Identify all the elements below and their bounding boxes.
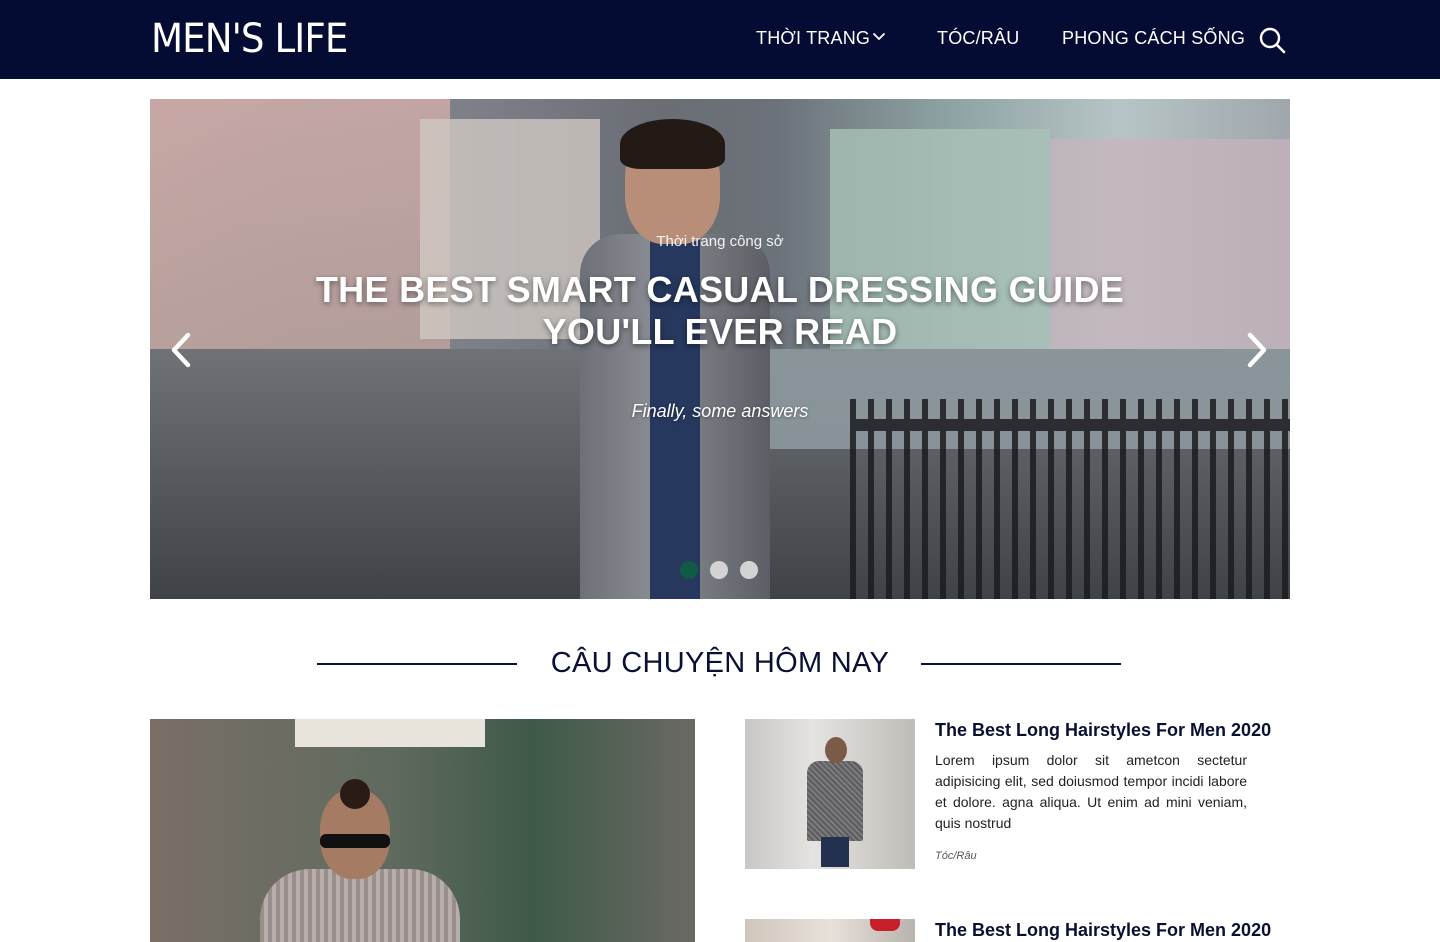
carousel-dot-2[interactable]: [710, 561, 728, 579]
chevron-left-icon[interactable]: [166, 329, 196, 371]
chevron-down-icon[interactable]: [872, 30, 886, 44]
hero-title-line-2: YOU'LL EVER READ: [542, 311, 898, 352]
article-thumbnail[interactable]: [745, 919, 915, 942]
hero-carousel[interactable]: Thời trang công sở THE BEST SMART CASUAL…: [150, 99, 1290, 599]
nav-item-lifestyle[interactable]: PHONG CÁCH SỐNG: [1062, 28, 1245, 49]
section-divider-right: [921, 663, 1121, 665]
hero-title[interactable]: THE BEST SMART CASUAL DRESSING GUIDE YOU…: [150, 269, 1290, 353]
hero-title-line-1: THE BEST SMART CASUAL DRESSING GUIDE: [315, 269, 1125, 310]
site-logo[interactable]: MEN'S LIFE: [151, 15, 348, 63]
featured-story-image[interactable]: [150, 719, 695, 942]
hero-category[interactable]: Thời trang công sở: [150, 233, 1290, 250]
article-thumbnail[interactable]: [745, 719, 915, 869]
carousel-indicators: [680, 561, 758, 579]
hero-subtitle: Finally, some answers: [631, 401, 809, 421]
article-category-tag[interactable]: Tóc/Râu: [935, 850, 977, 862]
nav-item-fashion[interactable]: THỜI TRANG: [756, 28, 870, 49]
chevron-right-icon[interactable]: [1242, 329, 1272, 371]
article-excerpt: Lorem ipsum dolor sit ametcon sectetur a…: [935, 752, 1247, 831]
carousel-dot-3[interactable]: [740, 561, 758, 579]
article-title[interactable]: The Best Long Hairstyles For Men 2020: [935, 719, 1271, 741]
article-title[interactable]: The Best Long Hairstyles For Men 2020: [935, 919, 1271, 941]
search-icon[interactable]: [1258, 26, 1286, 54]
top-navbar: MEN'S LIFE THỜI TRANG TÓC/RÂU PHONG CÁCH…: [0, 0, 1440, 79]
section-title: CÂU CHUYỆN HÔM NAY: [550, 647, 890, 679]
carousel-dot-1[interactable]: [680, 561, 698, 579]
nav-item-hair-beard[interactable]: TÓC/RÂU: [937, 28, 1019, 49]
